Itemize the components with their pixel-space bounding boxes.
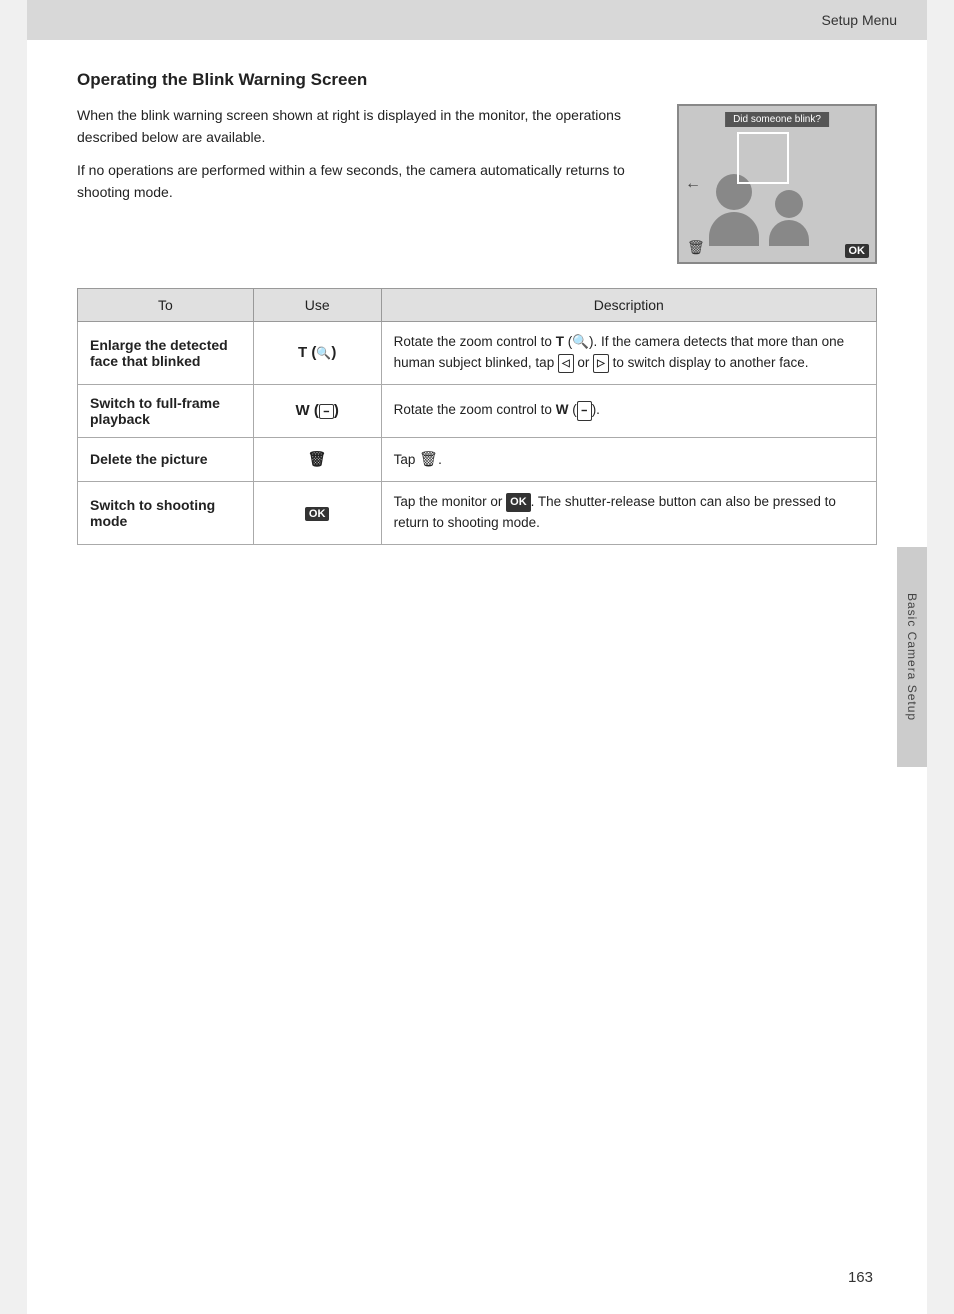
- row1-description: Rotate the zoom control to T (🔍). If the…: [381, 322, 876, 385]
- ok-icon-desc: OK: [506, 493, 531, 512]
- row4-description: Tap the monitor or OK. The shutter-relea…: [381, 482, 876, 545]
- w-icon-desc: ⎯: [577, 401, 592, 421]
- intro-para1: When the blink warning screen shown at r…: [77, 104, 653, 149]
- row1-use: T (🔍): [253, 322, 381, 385]
- row4-to: Switch to shooting mode: [78, 482, 254, 545]
- side-tab-label: Basic Camera Setup: [905, 593, 919, 721]
- col-header-description: Description: [381, 289, 876, 322]
- ok-button-icon: OK: [305, 507, 330, 521]
- person-silhouette-left: [709, 174, 759, 246]
- body-right: [769, 220, 809, 246]
- row3-description: Tap 🗑.: [381, 437, 876, 481]
- table-row: Delete the picture 🗑 Tap 🗑.: [78, 437, 877, 481]
- col-header-to: To: [78, 289, 254, 322]
- table-row: Switch to full-frame playback W (⎯) Rota…: [78, 384, 877, 437]
- section-title: Operating the Blink Warning Screen: [77, 70, 877, 90]
- row3-to: Delete the picture: [78, 437, 254, 481]
- row2-use: W (⎯): [253, 384, 381, 437]
- row3-use: 🗑: [253, 437, 381, 481]
- blink-label: Did someone blink?: [725, 112, 829, 127]
- intro-block: When the blink warning screen shown at r…: [77, 104, 877, 264]
- page: Setup Menu Operating the Blink Warning S…: [27, 0, 927, 1314]
- w-icon: ⎯: [319, 404, 334, 419]
- content-area: Operating the Blink Warning Screen When …: [27, 40, 927, 605]
- head-right: [775, 190, 803, 218]
- row2-description: Rotate the zoom control to W (⎯).: [381, 384, 876, 437]
- table-row: Enlarge the detected face that blinked T…: [78, 322, 877, 385]
- camera-screen-illustration: Did someone blink? ← 🗑 OK: [677, 104, 877, 264]
- intro-text: When the blink warning screen shown at r…: [77, 104, 653, 214]
- page-number: 163: [848, 1269, 873, 1286]
- table-header-row: To Use Description: [78, 289, 877, 322]
- row1-to: Enlarge the detected face that blinked: [78, 322, 254, 385]
- t-label: T: [298, 344, 307, 361]
- operations-table: To Use Description Enlarge the detected …: [77, 288, 877, 545]
- row2-to: Switch to full-frame playback: [78, 384, 254, 437]
- trash-icon-camera: 🗑: [687, 239, 705, 256]
- zoom-icon: 🔍: [316, 346, 331, 360]
- section-label: Setup Menu: [822, 12, 898, 28]
- prev-icon: ◁: [558, 354, 574, 374]
- trash-icon: 🗑: [308, 451, 327, 468]
- body-left: [709, 212, 759, 246]
- table-row: Switch to shooting mode OK Tap the monit…: [78, 482, 877, 545]
- col-header-use: Use: [253, 289, 381, 322]
- face-detection-box: [737, 132, 789, 184]
- side-tab: Basic Camera Setup: [897, 547, 927, 767]
- person-silhouette-right: [769, 190, 809, 246]
- w-label: W: [296, 402, 310, 419]
- top-bar: Setup Menu: [27, 0, 927, 40]
- row4-use: OK: [253, 482, 381, 545]
- next-icon: ▷: [593, 354, 609, 374]
- intro-para2: If no operations are performed within a …: [77, 159, 653, 204]
- trash-icon-desc: 🗑: [419, 451, 438, 468]
- left-arrow-icon: ←: [685, 175, 701, 193]
- ok-icon-camera: OK: [845, 244, 870, 258]
